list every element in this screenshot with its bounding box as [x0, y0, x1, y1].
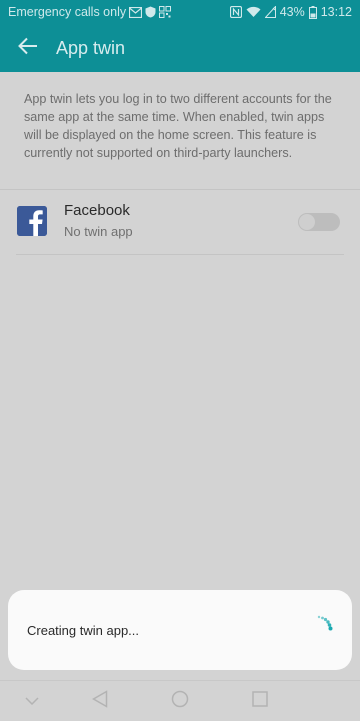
back-icon: [91, 689, 108, 713]
collapse-nav-button[interactable]: [18, 681, 46, 721]
home-icon: [171, 690, 189, 713]
shield-icon: [145, 6, 156, 18]
navigation-bar: [0, 680, 360, 720]
dialog-message: Creating twin app...: [27, 623, 140, 638]
back-button[interactable]: [0, 24, 56, 72]
battery-icon: [308, 5, 317, 19]
progress-dialog: Creating twin app...: [8, 590, 352, 670]
back-arrow-icon: [18, 37, 38, 60]
page-title: App twin: [56, 37, 126, 58]
nfc-icon: [229, 6, 242, 18]
divider: [16, 254, 344, 255]
app-bar: App twin: [0, 24, 360, 72]
app-row-facebook[interactable]: Facebook No twin app: [0, 190, 360, 254]
facebook-icon: [17, 206, 47, 236]
carrier-text: Emergency calls only: [8, 5, 127, 19]
toggle-knob: [299, 214, 315, 230]
nav-back-button[interactable]: [86, 681, 114, 721]
recents-icon: [252, 690, 268, 712]
twin-toggle[interactable]: [298, 213, 340, 231]
app-name: Facebook: [64, 202, 130, 219]
collapse-icon: [25, 692, 39, 710]
qr-icon: [159, 6, 172, 18]
signal-icon: [264, 6, 276, 18]
status-bar: Emergency calls only 43% 13:12: [0, 0, 360, 24]
clock: 13:12: [320, 5, 352, 19]
loading-spinner-icon: [312, 608, 342, 638]
mail-icon: [129, 6, 143, 18]
nav-recents-button[interactable]: [246, 681, 274, 721]
app-status: No twin app: [64, 224, 133, 239]
nav-home-button[interactable]: [166, 681, 194, 721]
wifi-icon: [246, 6, 261, 18]
battery-percent: 43%: [279, 5, 305, 19]
description-text: App twin lets you log in to two differen…: [24, 92, 332, 160]
